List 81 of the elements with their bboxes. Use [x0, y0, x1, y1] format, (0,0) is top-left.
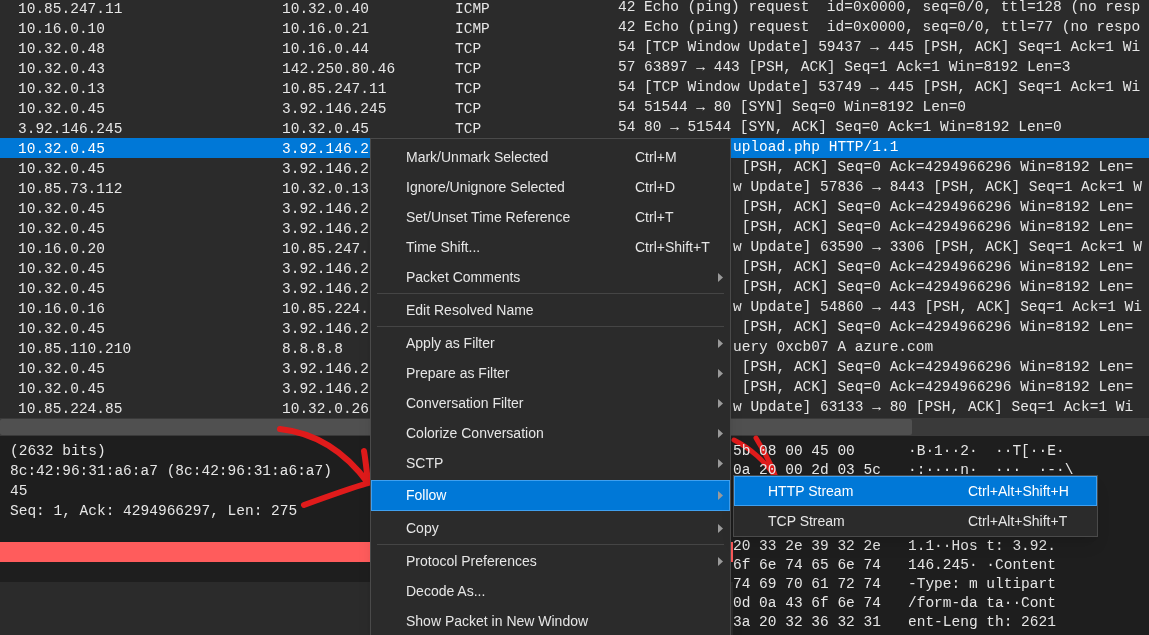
table-cell: 3.92.146.2 — [282, 260, 369, 277]
table-cell-text: 54 80 → 51544 [SYN, ACK] Seq=0 Ack=1 Win=8192 Len=0 — [618, 118, 1062, 138]
table-cell: 10.16.0.16 — [18, 300, 105, 317]
table-cell: 10.16.0.20 — [18, 240, 105, 257]
table-cell: 142.250.80.46 — [282, 60, 396, 77]
table-cell: 10.16.0.44 — [282, 40, 369, 57]
table-cell: 3.92.146.2 — [282, 320, 369, 337]
ascii-text: ·B·1··2· ··T[··E· — [908, 441, 1065, 461]
hex-bytes: 20 33 2e 39 32 2e — [733, 536, 882, 556]
table-cell: 8.8.8.8 — [282, 340, 343, 357]
table-cell-text: [PSH, ACK] Seq=0 Ack=4294966296 Win=8192 Len= — [740, 378, 1134, 398]
table-cell: 10.85.247.11 — [18, 0, 123, 17]
table-cell: 10.85.224.85 — [18, 400, 123, 417]
table-cell: 3.92.146.2 — [282, 360, 369, 377]
ascii-text: -Type: m ultipart — [908, 574, 1056, 594]
table-cell-text: 54 [TCP Window Update] 59437 → 445 [PSH, ACK] Seq=1 Ack=1 Wi — [618, 38, 1141, 58]
table-cell: 10.32.0.45 — [18, 280, 105, 297]
table-cell: TCP — [455, 60, 482, 77]
table-cell: 10.32.0.45 — [18, 220, 105, 237]
hex-bytes: 3a 20 32 36 32 31 — [733, 612, 882, 632]
table-cell-text: w Update] 63133 → 80 [PSH, ACK] Seq=1 Ack=1 Wi — [733, 398, 1134, 418]
ascii-text: /form-da ta··Cont — [908, 593, 1056, 613]
table-cell: 10.32.0.45 — [18, 320, 105, 337]
hex-bytes: 0d 0a 43 6f 6e 74 — [733, 593, 882, 613]
table-cell: 10.16.0.21 — [282, 20, 369, 37]
table-cell: 10.32.0.45 — [18, 200, 105, 217]
table-cell-text: upload.php HTTP/1.1 — [733, 138, 899, 158]
table-cell: 10.32.0.45 — [18, 260, 105, 277]
table-cell-text: 54 51544 → 80 [SYN] Seq=0 Win=8192 Len=0 — [618, 98, 967, 118]
table-cell: ICMP — [455, 0, 490, 17]
table-cell: 10.85.224. — [282, 300, 369, 317]
table-cell: 10.32.0.43 — [18, 60, 105, 77]
table-cell: 10.85.247.11 — [282, 80, 387, 97]
table-cell: ICMP — [455, 20, 490, 37]
table-cell-text: [PSH, ACK] Seq=0 Ack=4294966296 Win=8192 Len= — [740, 278, 1134, 298]
table-cell: 3.92.146.2 — [282, 200, 369, 217]
table-cell-text: [PSH, ACK] Seq=0 Ack=4294966296 Win=8192 Len= — [740, 258, 1134, 278]
table-cell: 10.32.0.45 — [282, 120, 369, 137]
table-cell-text: 54 [TCP Window Update] 53749 → 445 [PSH, ACK] Seq=1 Ack=1 Wi — [618, 78, 1141, 98]
table-cell: TCP — [455, 100, 482, 117]
ascii-text: 146.245· ·Content — [908, 555, 1056, 575]
ascii-text: 1.1··Hos t: 3.92. — [908, 536, 1056, 556]
table-cell: 10.85.73.112 — [18, 180, 123, 197]
table-cell-text: uery 0xcb07 A azure.com — [733, 338, 934, 358]
table-cell: 10.32.0.40 — [282, 0, 369, 17]
table-cell-text: 57 63897 → 443 [PSH, ACK] Seq=1 Ack=1 Win=8192 Len=3 — [618, 58, 1071, 78]
table-cell-text: [PSH, ACK] Seq=0 Ack=4294966296 Win=8192 Len= — [740, 198, 1134, 218]
table-cell: 3.92.146.245 — [18, 120, 123, 137]
table-cell: 10.32.0.26 — [282, 400, 369, 417]
table-cell: 10.32.0.45 — [18, 360, 105, 377]
table-cell-text: w Update] 63590 → 3306 [PSH, ACK] Seq=1 Ack=1 W — [733, 238, 1142, 258]
table-cell: TCP — [455, 40, 482, 57]
table-cell: 10.32.0.45 — [18, 100, 105, 117]
hex-bytes: 6f 6e 74 65 6e 74 — [733, 555, 882, 575]
table-cell: TCP — [455, 80, 482, 97]
table-cell: 10.32.0.13 — [282, 180, 369, 197]
table-cell: 10.32.0.48 — [18, 40, 105, 57]
table-cell-text: [PSH, ACK] Seq=0 Ack=4294966296 Win=8192 Len= — [740, 358, 1134, 378]
table-cell: 10.32.0.45 — [18, 140, 105, 157]
table-cell: TCP — [455, 120, 482, 137]
table-cell: 3.92.146.245 — [282, 100, 387, 117]
hex-bytes: 74 69 70 61 72 74 — [733, 574, 882, 594]
ascii-text: ent-Leng th: 2621 — [908, 612, 1056, 632]
table-cell: 10.16.0.10 — [18, 20, 105, 37]
table-cell-text: [PSH, ACK] Seq=0 Ack=4294966296 Win=8192 Len= — [740, 218, 1134, 238]
table-cell-text: 42 Echo (ping) request id=0x0000, seq=0/0, ttl=128 (no resp — [618, 0, 1141, 18]
table-cell-text: w Update] 54860 → 443 [PSH, ACK] Seq=1 Ack=1 Wi — [733, 298, 1142, 318]
table-cell-text: [PSH, ACK] Seq=0 Ack=4294966296 Win=8192 Len= — [740, 158, 1134, 178]
table-cell: 3.92.146.2 — [282, 380, 369, 397]
table-cell-text: [PSH, ACK] Seq=0 Ack=4294966296 Win=8192 Len= — [740, 318, 1134, 338]
table-cell-text: 42 Echo (ping) request id=0x0000, seq=0/0, ttl=77 (no respo — [618, 18, 1141, 38]
table-cell: 10.85.247. — [282, 240, 369, 257]
table-cell: 3.92.146.2 — [282, 160, 369, 177]
table-cell: 10.32.0.45 — [18, 160, 105, 177]
table-cell: 3.92.146.2 — [282, 140, 369, 157]
table-cell: 3.92.146.2 — [282, 280, 369, 297]
table-cell: 10.85.110.210 — [18, 340, 132, 357]
table-cell: 10.32.0.45 — [18, 380, 105, 397]
table-cell: 3.92.146.2 — [282, 220, 369, 237]
table-cell: 10.32.0.13 — [18, 80, 105, 97]
table-cell-text: w Update] 57836 → 8443 [PSH, ACK] Seq=1 Ack=1 W — [733, 178, 1142, 198]
